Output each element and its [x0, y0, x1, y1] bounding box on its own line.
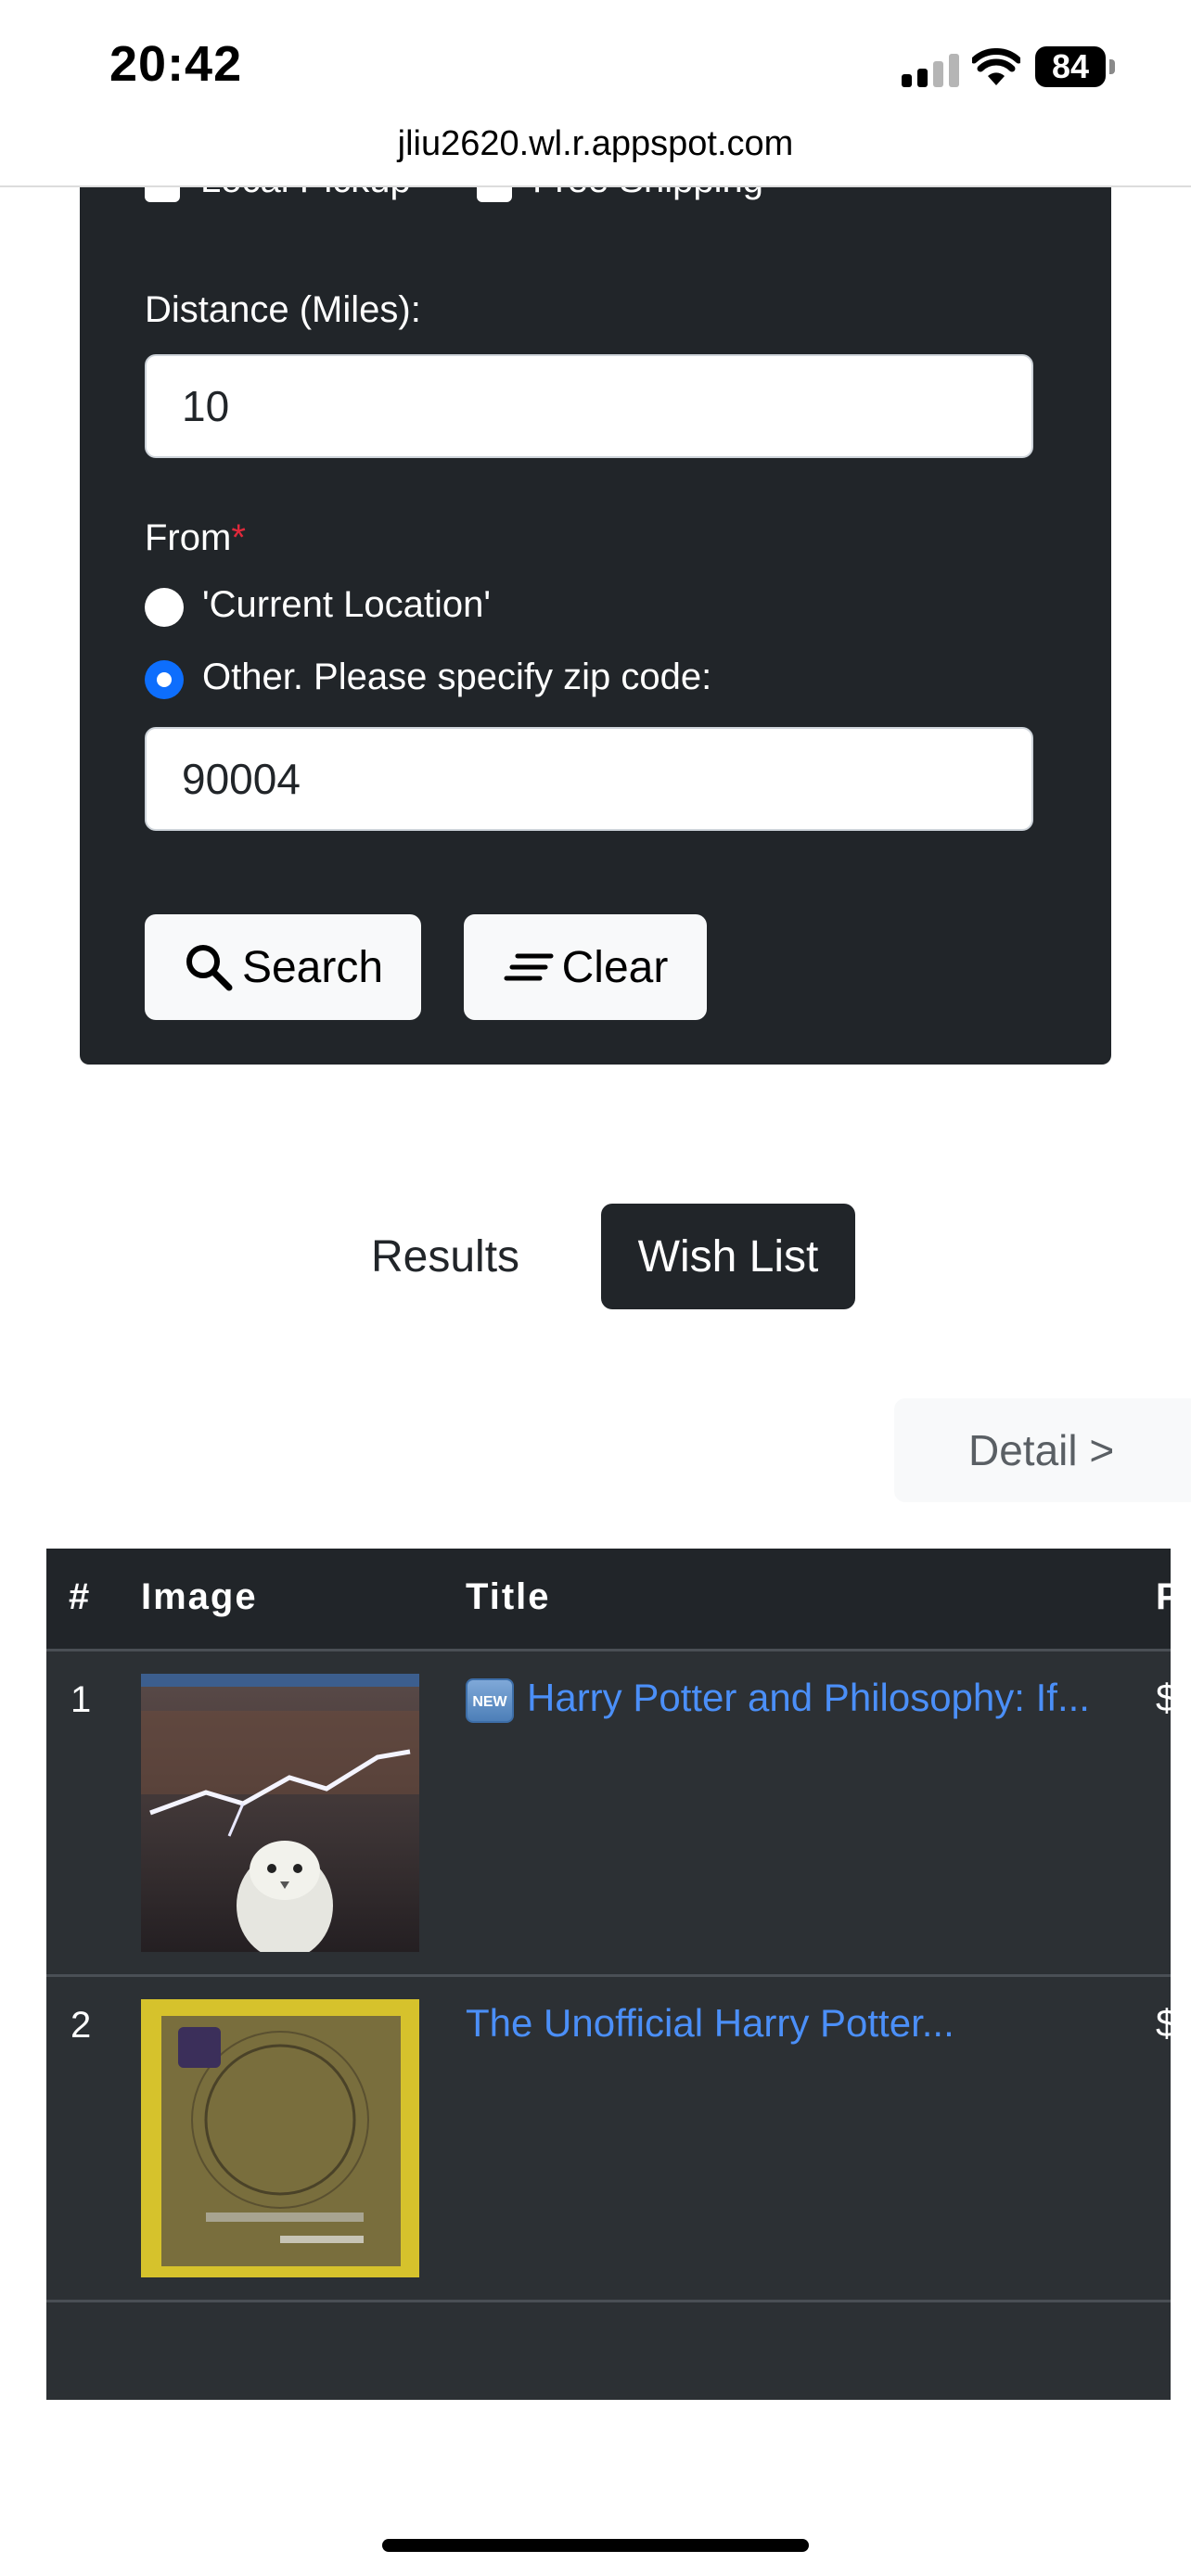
distance-input[interactable]: [145, 354, 1033, 458]
product-price: $: [1156, 1676, 1171, 1719]
table-header: # Image Title P: [46, 1549, 1171, 1651]
table-row: 1 NEW Harry Potter and Philosophy: If...: [46, 1651, 1171, 1977]
other-zip-label: Other. Please specify zip code:: [202, 657, 712, 697]
product-title-text: Harry Potter and Philosophy: If...: [527, 1676, 1090, 1719]
row-number: 1: [70, 1679, 92, 1720]
distance-label: Distance (Miles):: [145, 289, 421, 330]
clear-all-icon: [504, 953, 554, 981]
product-image[interactable]: [141, 1999, 419, 2277]
search-button[interactable]: Search: [145, 914, 421, 1020]
wifi-icon: [972, 48, 1020, 85]
cellular-signal-icon: [902, 54, 961, 87]
wish-list-table: # Image Title P 1 NEW Harry Potter and P…: [46, 1549, 1171, 2400]
product-price: $: [1156, 2001, 1171, 2045]
clear-button[interactable]: Clear: [464, 914, 707, 1020]
detail-button[interactable]: Detail >: [894, 1398, 1191, 1502]
product-title-link[interactable]: NEW Harry Potter and Philosophy: If...: [466, 1676, 1090, 1723]
status-bar: 20:42 84 jliu2620.wl.r.appspot.com: [0, 0, 1191, 187]
current-location-label: 'Current Location': [202, 584, 491, 625]
header-number: #: [69, 1576, 92, 1617]
new-badge: NEW: [466, 1677, 514, 1723]
from-label: From*: [145, 517, 246, 559]
status-time: 20:42: [109, 36, 243, 92]
free-shipping-label: Free Shipping: [532, 187, 763, 201]
product-image[interactable]: [141, 1674, 419, 1952]
row-number: 2: [70, 2005, 92, 2046]
required-mark: *: [231, 517, 246, 558]
header-title: Title: [466, 1576, 551, 1617]
tab-results[interactable]: Results: [345, 1204, 545, 1309]
search-button-label: Search: [241, 942, 384, 992]
local-pickup-checkbox[interactable]: [145, 187, 180, 202]
product-title-link[interactable]: The Unofficial Harry Potter...: [466, 2001, 954, 2046]
header-price: P: [1156, 1576, 1171, 1617]
search-form-panel: Local Pickup Free Shipping Distance (Mil…: [80, 187, 1111, 1065]
other-zip-radio[interactable]: [145, 660, 184, 699]
home-indicator[interactable]: [382, 2539, 809, 2552]
from-label-text: From: [145, 517, 232, 558]
header-image: Image: [141, 1576, 258, 1617]
search-icon: [186, 945, 233, 991]
clear-button-label: Clear: [561, 942, 669, 992]
table-row: 2 The Unofficial Harry Potter... $: [46, 1977, 1171, 2302]
tab-wish-list[interactable]: Wish List: [601, 1204, 855, 1309]
address-bar-url[interactable]: jliu2620.wl.r.appspot.com: [0, 124, 1191, 164]
battery-icon: 84: [1035, 46, 1106, 87]
zip-code-input[interactable]: [145, 727, 1033, 831]
free-shipping-checkbox[interactable]: [477, 187, 512, 202]
current-location-radio[interactable]: [145, 588, 184, 627]
local-pickup-label: Local Pickup: [200, 187, 411, 201]
battery-tip: [1109, 59, 1115, 74]
